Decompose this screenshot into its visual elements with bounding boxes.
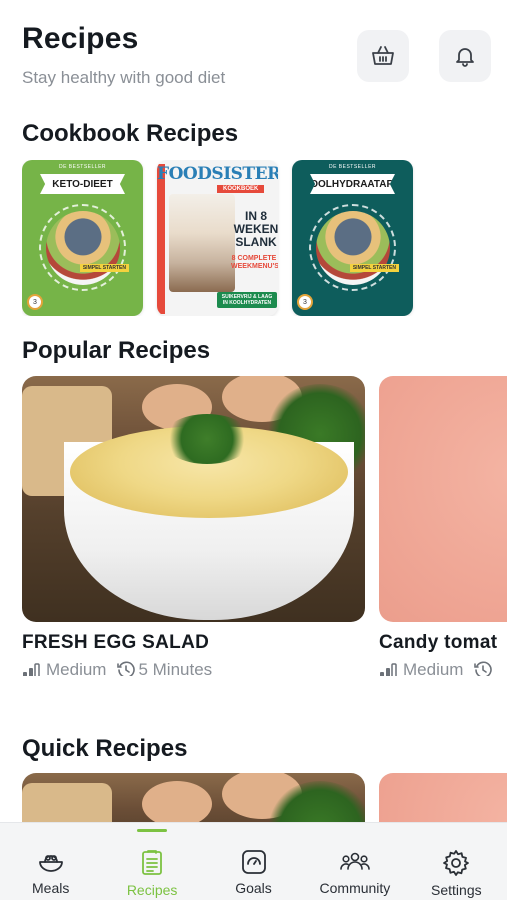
- recipe-meta: Medium: [379, 660, 507, 676]
- difficulty-icon: [23, 663, 40, 676]
- clock-icon: [474, 661, 493, 676]
- section-title-popular: Popular Recipes: [22, 337, 211, 364]
- badge-icon: 3: [27, 294, 43, 310]
- badge-icon: 3: [297, 294, 313, 310]
- tab-label: Goals: [235, 880, 272, 896]
- section-title-quick: Quick Recipes: [22, 735, 188, 762]
- bottom-tab-bar: Meals Recipes Goals Community Settings: [0, 822, 507, 900]
- cookbook-card-foodsisters[interactable]: FOODSISTERS KOOKBOEK IN 8 WEKEN SLANK 8 …: [157, 160, 278, 316]
- tab-recipes[interactable]: Recipes: [101, 823, 202, 900]
- recipe-difficulty: Medium: [46, 660, 107, 676]
- page-subtitle: Stay healthy with good diet: [22, 68, 226, 87]
- popular-carousel[interactable]: FRESH EGG SALAD Medium 5 Minutes Candy t…: [22, 376, 507, 676]
- tab-label: Meals: [32, 880, 70, 896]
- cookbook-headline: IN 8 WEKEN SLANK: [233, 209, 278, 249]
- cookbook-card-koolhydraatarm[interactable]: DE BESTSELLER KOOLHYDRAATARM SIMPEL STAR…: [292, 160, 413, 316]
- tab-label: Community: [319, 880, 391, 896]
- recipe-name: FRESH EGG SALAD: [22, 632, 210, 653]
- community-icon: [340, 852, 370, 870]
- section-title-cookbook: Cookbook Recipes: [22, 120, 239, 147]
- cookbook-card-keto[interactable]: DE BESTSELLER KETO-DIEET SIMPEL STARTEN …: [22, 160, 143, 316]
- basket-button[interactable]: [357, 30, 409, 82]
- header: Recipes Stay healthy with good diet: [22, 22, 491, 92]
- recipe-image: [379, 376, 507, 622]
- settings-icon: [443, 850, 470, 876]
- tab-settings[interactable]: Settings: [406, 823, 507, 900]
- cookbook-cover-image: [169, 194, 235, 292]
- cookbook-cover-image: [315, 210, 390, 285]
- cookbook-subtitle: KOOKBOEK: [217, 185, 265, 193]
- recipe-time: 5 Minutes: [138, 660, 213, 676]
- recipe-name: Candy tomat: [379, 632, 498, 653]
- meals-icon: [38, 855, 63, 872]
- goals-icon: [241, 850, 266, 874]
- active-tab-indicator: [137, 829, 168, 832]
- cookbook-title: KETO-DIEET: [40, 174, 125, 194]
- bell-icon: [456, 48, 474, 67]
- basket-icon: [372, 46, 394, 65]
- recipes-icon: [142, 850, 163, 875]
- recipe-card-candy-tomato[interactable]: Candy tomat Medium: [379, 376, 507, 676]
- difficulty-icon: [380, 663, 397, 676]
- notifications-button[interactable]: [439, 30, 491, 82]
- clock-icon: [117, 661, 136, 676]
- tab-label: Settings: [431, 882, 482, 898]
- cookbook-cover-image: [45, 210, 120, 285]
- tab-community[interactable]: Community: [304, 823, 405, 900]
- recipe-difficulty: Medium: [403, 660, 464, 676]
- cookbook-carousel[interactable]: DE BESTSELLER KETO-DIEET SIMPEL STARTEN …: [22, 160, 507, 316]
- cookbook-title: FOODSISTERS: [157, 164, 278, 184]
- cookbook-title: KOOLHYDRAATARM: [310, 174, 395, 194]
- tab-meals[interactable]: Meals: [0, 823, 101, 900]
- recipe-card-egg-salad[interactable]: FRESH EGG SALAD Medium 5 Minutes: [22, 376, 365, 676]
- page-title: Recipes: [22, 22, 139, 55]
- tab-goals[interactable]: Goals: [203, 823, 304, 900]
- recipe-meta: Medium 5 Minutes: [22, 660, 365, 676]
- tab-label: Recipes: [126, 882, 178, 898]
- recipe-image: [22, 376, 365, 622]
